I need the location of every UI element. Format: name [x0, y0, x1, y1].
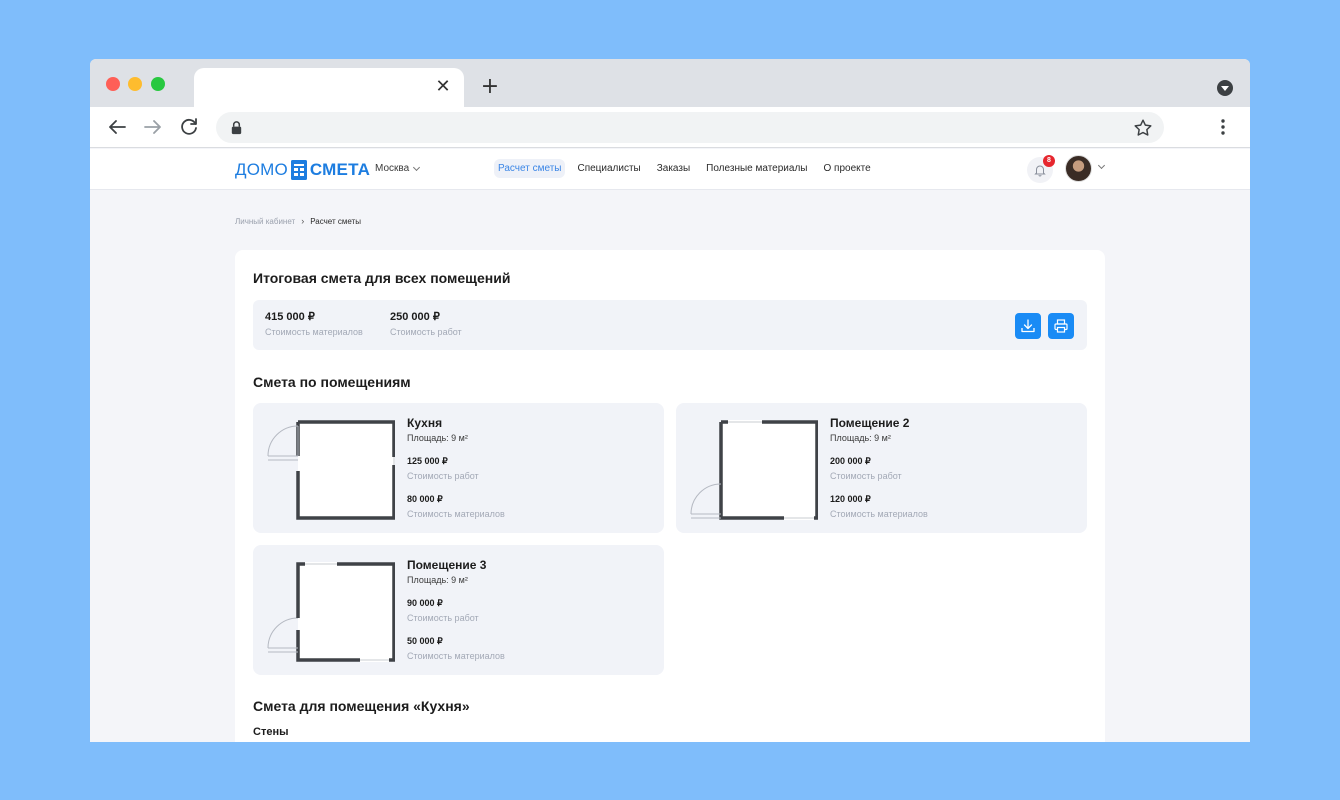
- browser-toolbar: [90, 107, 1250, 148]
- print-button[interactable]: [1048, 313, 1074, 339]
- chevron-down-icon: [413, 163, 421, 171]
- city-selector[interactable]: Москва: [375, 163, 421, 174]
- browser-tab[interactable]: ✕: [194, 68, 464, 107]
- breadcrumb-separator: ›: [301, 216, 305, 226]
- nav-item-materials[interactable]: Полезные материалы: [702, 159, 811, 178]
- room-works-value: 200 000 ₽: [830, 456, 871, 466]
- room-area: Площадь: 9 м²: [407, 575, 468, 585]
- nav-item-orders[interactable]: Заказы: [653, 159, 694, 178]
- site-logo[interactable]: ДОМО СМЕТА: [235, 159, 370, 181]
- close-window-button[interactable]: [106, 77, 120, 91]
- room-area: Площадь: 9 м²: [830, 433, 891, 443]
- estimate-card: Итоговая смета для всех помещений 415 00…: [235, 250, 1105, 742]
- works-total-label: Стоимость работ: [390, 327, 462, 337]
- tab-bar: ✕ +: [90, 59, 1250, 107]
- new-tab-icon[interactable]: +: [478, 75, 502, 99]
- breadcrumb: Личный кабинет › Расчет сметы: [235, 216, 361, 226]
- room-name: Кухня: [407, 416, 443, 430]
- room-materials-value: 80 000 ₽: [407, 494, 443, 504]
- total-summary: 415 000 ₽ Стоимость материалов 250 000 ₽…: [253, 300, 1087, 350]
- floor-plan-image: [267, 420, 395, 520]
- tab-close-icon[interactable]: ✕: [432, 76, 454, 98]
- room-works-label: Стоимость работ: [830, 471, 902, 481]
- logo-right-text: СМЕТА: [309, 160, 371, 179]
- more-vert-icon[interactable]: [1213, 116, 1233, 138]
- site-header: ДОМО СМЕТА Москва Расчет сметы Специалис…: [90, 149, 1250, 190]
- total-estimate-title: Итоговая смета для всех помещений: [253, 270, 511, 286]
- city-label: Москва: [375, 163, 410, 174]
- reload-icon[interactable]: [177, 115, 201, 139]
- room-card-room-2[interactable]: Помещение 2 Площадь: 9 м² 200 000 ₽ Стои…: [676, 403, 1087, 533]
- room-materials-label: Стоимость материалов: [830, 509, 928, 519]
- notifications-badge: 8: [1043, 155, 1055, 167]
- room-materials-value: 120 000 ₽: [830, 494, 871, 504]
- floor-plan-image: [690, 420, 818, 520]
- materials-total-value: 415 000 ₽: [265, 311, 315, 323]
- breadcrumb-current: Расчет сметы: [310, 216, 361, 226]
- room-info: Помещение 3 Площадь: 9 м² 90 000 ₽ Стоим…: [407, 558, 505, 661]
- room-works-label: Стоимость работ: [407, 613, 479, 623]
- materials-total-label: Стоимость материалов: [265, 327, 363, 337]
- room-area: Площадь: 9 м²: [407, 433, 468, 443]
- avatar[interactable]: [1065, 155, 1092, 182]
- estimate-doc-icon: [290, 160, 307, 180]
- nav-item-about[interactable]: О проекте: [819, 159, 874, 178]
- profile-dropdown-icon[interactable]: [1217, 80, 1233, 96]
- room-card-kitchen[interactable]: Кухня Площадь: 9 м² 125 000 ₽ Стоимость …: [253, 403, 664, 533]
- main-nav: Расчет сметы Специалисты Заказы Полезные…: [494, 159, 875, 178]
- back-arrow-icon[interactable]: [105, 115, 129, 139]
- room-works-label: Стоимость работ: [407, 471, 479, 481]
- materials-total: 415 000 ₽ Стоимость материалов: [265, 310, 363, 337]
- address-bar[interactable]: [216, 112, 1164, 143]
- room-materials-label: Стоимость материалов: [407, 509, 505, 519]
- room-card-room-3[interactable]: Помещение 3 Площадь: 9 м² 90 000 ₽ Стоим…: [253, 545, 664, 675]
- room-name: Помещение 2: [830, 416, 910, 430]
- browser-window: ✕ + ДОМО СМЕТА Москва Расчет сметы Специ…: [90, 59, 1250, 742]
- room-info: Кухня Площадь: 9 м² 125 000 ₽ Стоимость …: [407, 416, 505, 519]
- chevron-down-icon[interactable]: [1097, 161, 1106, 170]
- room-works-value: 125 000 ₽: [407, 456, 448, 466]
- star-icon[interactable]: [1132, 117, 1154, 139]
- works-total: 250 000 ₽ Стоимость работ: [390, 310, 462, 337]
- room-info: Помещение 2 Площадь: 9 м² 200 000 ₽ Стои…: [830, 416, 928, 519]
- printer-icon: [1054, 319, 1068, 333]
- forward-arrow-icon[interactable]: [141, 115, 165, 139]
- maximize-window-button[interactable]: [151, 77, 165, 91]
- kitchen-estimate-title: Смета для помещения «Кухня»: [253, 698, 470, 714]
- lock-icon: [231, 121, 242, 135]
- room-name: Помещение 3: [407, 558, 487, 572]
- breadcrumb-account[interactable]: Личный кабинет: [235, 217, 295, 226]
- download-button[interactable]: [1015, 313, 1041, 339]
- download-icon: [1021, 319, 1035, 333]
- works-total-value: 250 000 ₽: [390, 311, 440, 323]
- walls-subtitle: Стены: [253, 726, 289, 738]
- floor-plan-image: [267, 562, 395, 662]
- nav-item-estimate[interactable]: Расчет сметы: [494, 159, 566, 178]
- minimize-window-button[interactable]: [128, 77, 142, 91]
- nav-item-specialists[interactable]: Специалисты: [573, 159, 644, 178]
- room-works-value: 90 000 ₽: [407, 598, 443, 608]
- rooms-section-title: Смета по помещениям: [253, 374, 411, 390]
- room-materials-value: 50 000 ₽: [407, 636, 443, 646]
- room-materials-label: Стоимость материалов: [407, 651, 505, 661]
- logo-left-text: ДОМО: [235, 160, 288, 179]
